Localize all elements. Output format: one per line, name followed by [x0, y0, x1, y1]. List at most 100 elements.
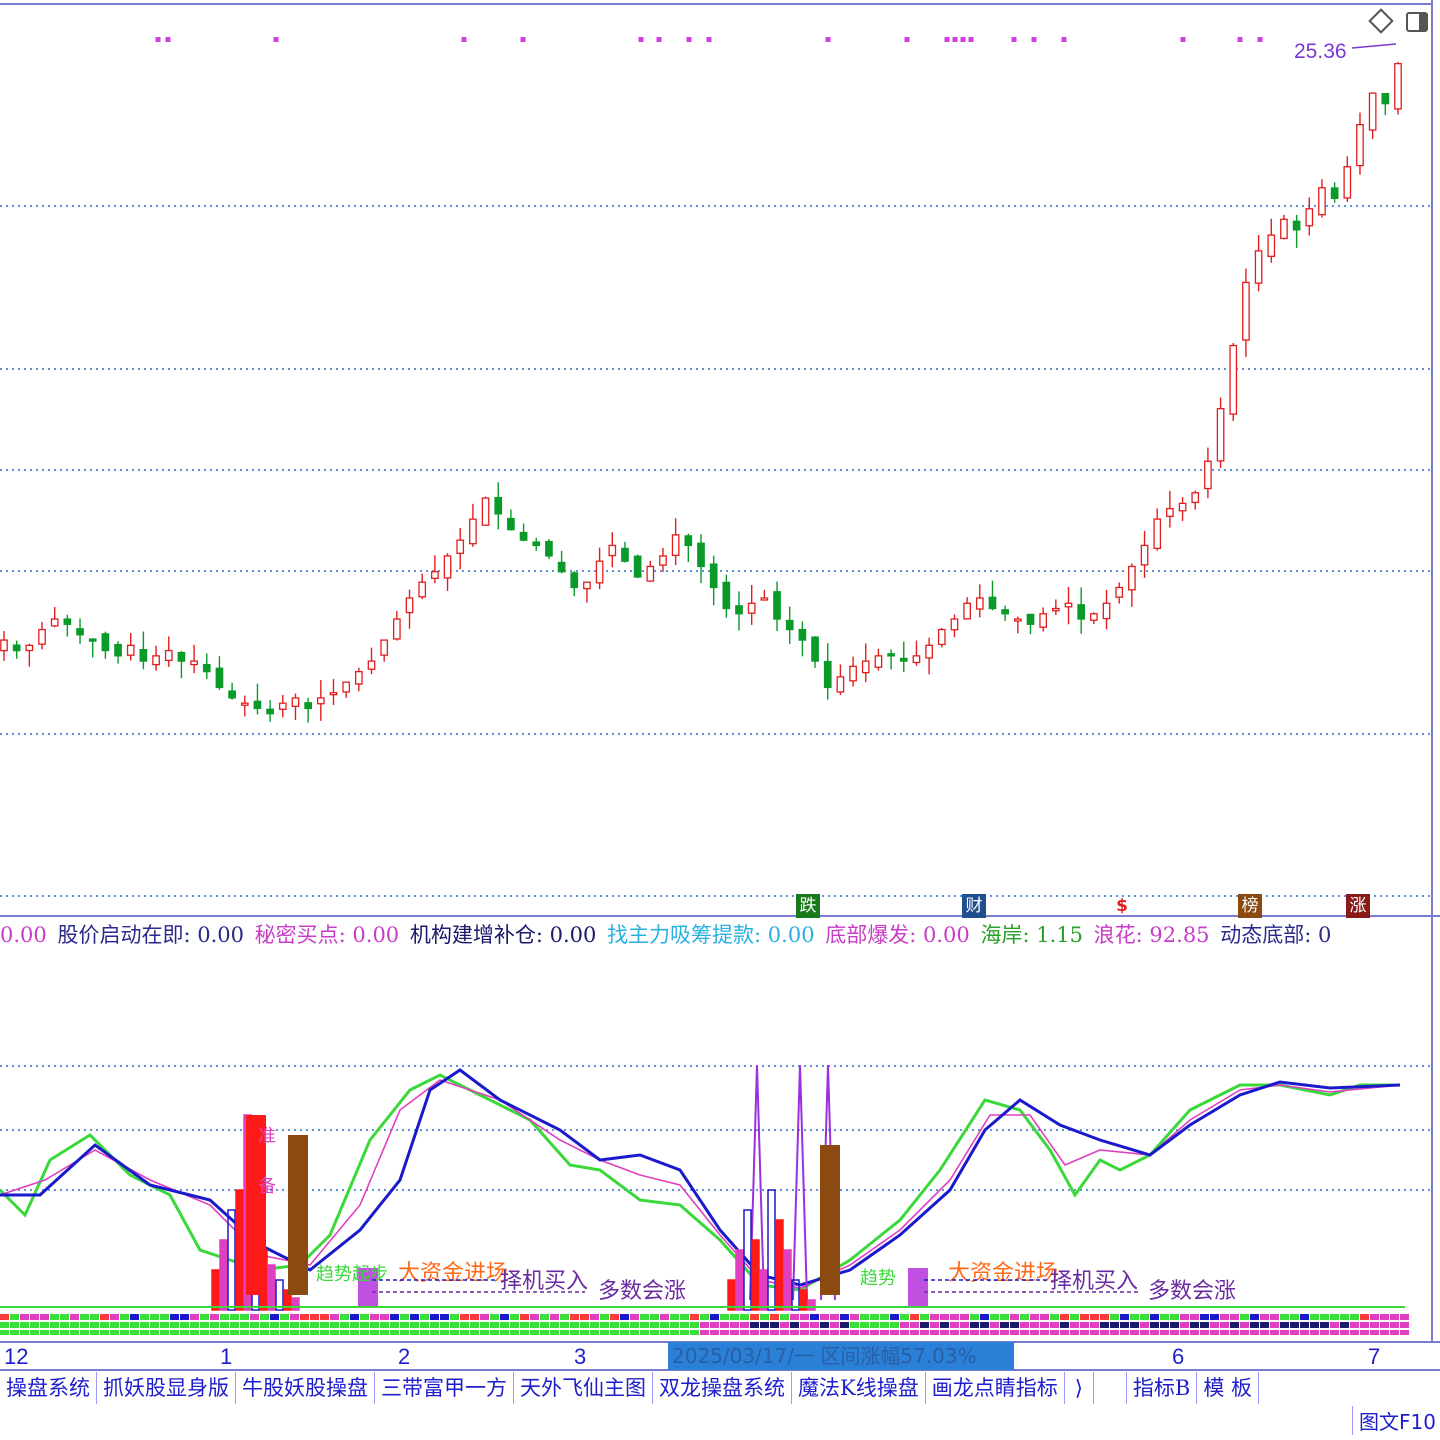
- strip-cell: [610, 1322, 619, 1328]
- annotation-buy: 择机买入: [500, 1269, 588, 1294]
- strip-cell: [300, 1322, 309, 1328]
- tab-flying-immortal[interactable]: 天外飞仙主图: [514, 1372, 653, 1404]
- strip-cell: [1360, 1322, 1369, 1328]
- strip-cell: [10, 1330, 19, 1335]
- candle-body: [431, 571, 439, 580]
- event-fall-icon[interactable]: 跌: [796, 894, 820, 918]
- strip-cell: [1230, 1330, 1239, 1335]
- strip-cell: [180, 1322, 189, 1328]
- strip-cell: [1250, 1314, 1259, 1320]
- price-high-label: 25.36: [1294, 40, 1347, 63]
- month-label-2: 2: [398, 1344, 411, 1369]
- candle-body: [63, 618, 72, 625]
- strip-cell: [1190, 1322, 1199, 1328]
- strip-cell: [340, 1314, 349, 1320]
- strip-cell: [160, 1330, 169, 1335]
- strip-cell: [70, 1330, 79, 1335]
- histogram-bar: [908, 1268, 928, 1306]
- strip-cell: [150, 1322, 159, 1328]
- signal-dots: [155, 37, 1263, 42]
- candle-body: [1318, 187, 1326, 216]
- tab-spacer: [1094, 1372, 1127, 1404]
- strip-cell: [170, 1314, 179, 1320]
- strip-cell: [370, 1330, 379, 1335]
- candle-body: [887, 653, 895, 657]
- strip-cell: [210, 1322, 219, 1328]
- tab-bull-demon[interactable]: 牛股妖股操盘: [236, 1372, 375, 1404]
- strip-cell: [500, 1314, 509, 1320]
- indicator-value: 海岸: 1.15: [980, 923, 1083, 947]
- strip-cell: [850, 1314, 859, 1320]
- strip-cell: [1390, 1322, 1399, 1328]
- tab-next-icon[interactable]: ⟩: [1065, 1372, 1094, 1404]
- tab-template[interactable]: 模 板: [1197, 1372, 1260, 1404]
- strip-cell: [1000, 1314, 1009, 1320]
- strip-cell: [420, 1314, 429, 1320]
- strip-cell: [780, 1322, 789, 1328]
- candle-body: [418, 581, 427, 598]
- strip-cell: [1040, 1314, 1049, 1320]
- f10-button[interactable]: 图文F10: [1352, 1406, 1436, 1435]
- selected-date: 2025/03/17/一: [672, 1344, 821, 1368]
- strip-cell: [330, 1322, 339, 1328]
- strip-cell: [550, 1330, 559, 1335]
- strip-cell: [1360, 1330, 1369, 1335]
- strip-cell: [1170, 1314, 1179, 1320]
- candle-body: [1140, 544, 1149, 566]
- strip-cell: [390, 1322, 399, 1328]
- candle-body: [405, 597, 414, 614]
- strip-cell: [260, 1322, 269, 1328]
- strip-cell: [110, 1314, 119, 1320]
- tab-dragon-eye[interactable]: 画龙点睛指标: [926, 1372, 1065, 1404]
- strip-cell: [1140, 1314, 1149, 1320]
- tab-three-belt[interactable]: 三带富甲一方: [375, 1372, 514, 1404]
- candle-body: [291, 697, 300, 707]
- strip-cell: [1190, 1330, 1199, 1335]
- strip-cell: [930, 1314, 939, 1320]
- strip-cell: [1280, 1330, 1289, 1335]
- strip-cell: [460, 1330, 469, 1335]
- strip-cell: [870, 1330, 879, 1335]
- strip-cell: [700, 1330, 709, 1335]
- candle-body: [925, 644, 933, 659]
- strip-cell: [1110, 1322, 1119, 1328]
- histogram-bar: [775, 1219, 784, 1311]
- strip-cell: [450, 1330, 459, 1335]
- tab-double-dragon[interactable]: 双龙操盘系统: [653, 1372, 792, 1404]
- tab-demon-stock[interactable]: 抓妖股显身版: [97, 1372, 236, 1404]
- strip-cell: [630, 1314, 639, 1320]
- strip-cell: [1170, 1322, 1179, 1328]
- strip-cell: [810, 1330, 819, 1335]
- strip-cell: [680, 1314, 689, 1320]
- indicator-value: 浪花: 92.85: [1093, 923, 1210, 947]
- strip-cell: [870, 1314, 879, 1320]
- event-rank-icon[interactable]: 榜: [1238, 894, 1262, 918]
- strip-cell: [270, 1322, 279, 1328]
- candle-body: [1305, 208, 1314, 227]
- indicator-value: 0.00: [0, 923, 47, 947]
- tab-trading-system[interactable]: 操盘系统: [0, 1372, 97, 1404]
- candle-body: [456, 539, 465, 554]
- histogram-bar: [807, 1299, 816, 1311]
- window-toggle-icon[interactable]: [1406, 12, 1428, 32]
- strip-cell: [230, 1314, 239, 1320]
- tab-indicator-b[interactable]: 指标B: [1127, 1372, 1198, 1404]
- strip-cell: [690, 1330, 699, 1335]
- candle-body: [101, 633, 110, 652]
- candle-body: [1051, 607, 1060, 612]
- histogram-bar: [759, 1269, 768, 1311]
- signal-dot: [638, 37, 644, 42]
- strip-cell: [220, 1330, 229, 1335]
- event-rise-icon[interactable]: 涨: [1346, 894, 1370, 918]
- strip-cell: [560, 1314, 569, 1320]
- strip-cell: [1310, 1322, 1319, 1328]
- candle-body: [963, 602, 971, 620]
- event-dollar-icon[interactable]: $: [1110, 894, 1134, 918]
- candle-body: [684, 535, 693, 547]
- candle-body: [975, 597, 984, 610]
- strip-cell: [1310, 1330, 1319, 1335]
- strip-cell: [450, 1322, 459, 1328]
- event-finance-icon[interactable]: 财: [962, 894, 986, 918]
- tab-magic-kline[interactable]: 魔法K线操盘: [792, 1372, 926, 1404]
- strip-cell: [1330, 1330, 1339, 1335]
